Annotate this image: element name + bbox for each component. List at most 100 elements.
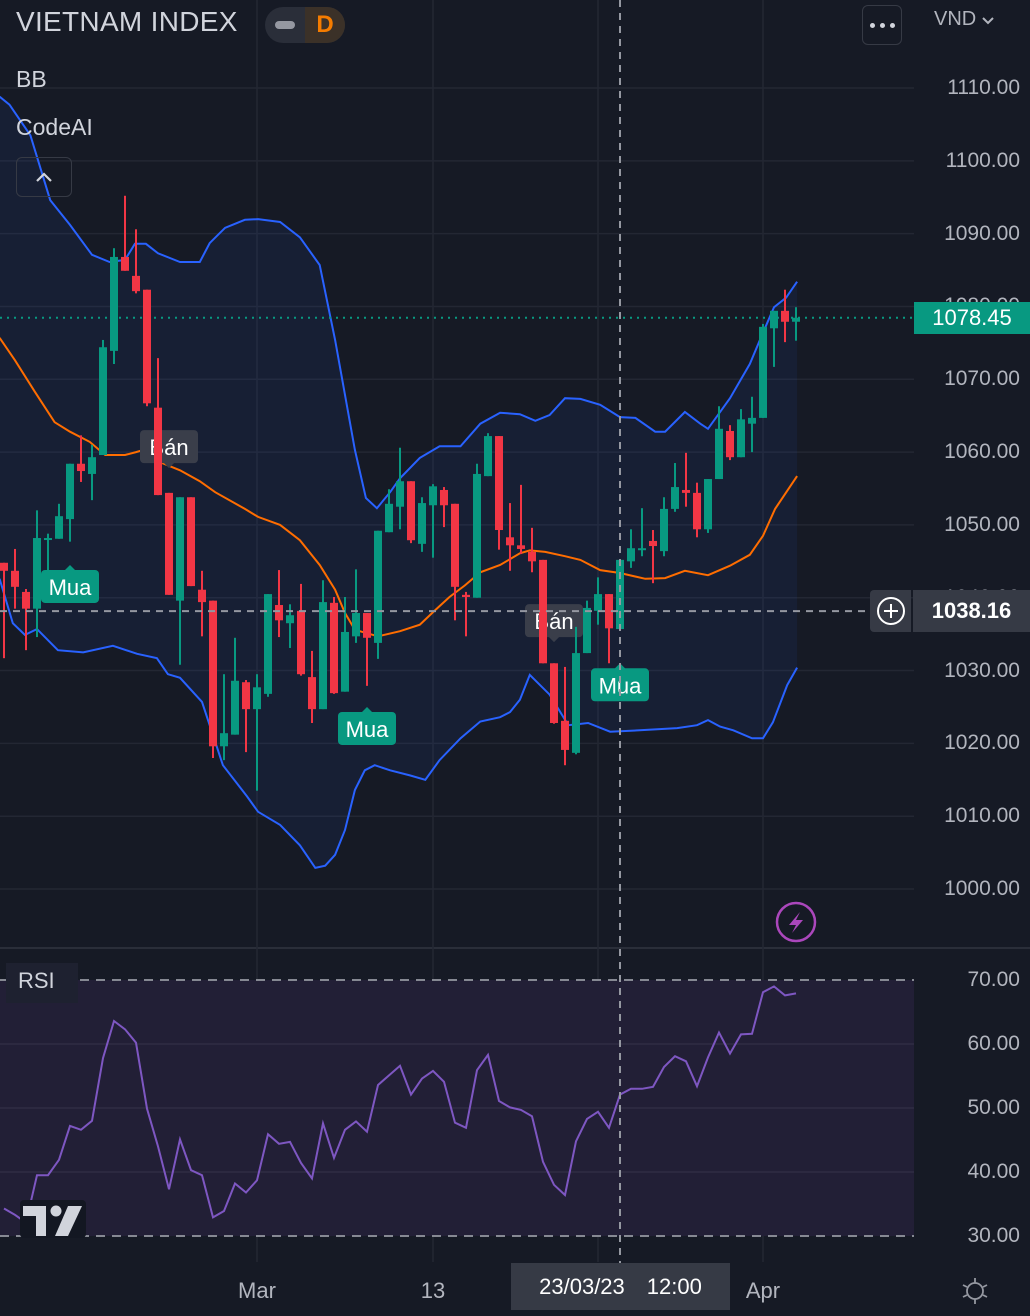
indicator-bb[interactable]: BB: [16, 66, 47, 93]
candle-up: [110, 248, 118, 364]
sell-signal[interactable]: Bán: [140, 430, 198, 469]
minimize-button[interactable]: [265, 7, 305, 43]
dot-icon: [869, 22, 875, 28]
candle-up: [374, 530, 382, 659]
rsi-tick-label: 70.00: [967, 968, 1020, 991]
candle-up: [704, 479, 712, 533]
candle-body: [616, 559, 624, 630]
candle-body: [561, 720, 569, 750]
logo-dot: [50, 1205, 62, 1217]
price-tick-label: 1090.00: [944, 221, 1020, 245]
candle-body: [231, 680, 239, 735]
candle-body: [165, 492, 173, 595]
rsi-tick-label: 60.00: [967, 1032, 1020, 1055]
candle-body: [484, 436, 492, 477]
candle-body: [99, 347, 107, 456]
last-price-label: 1078.45: [914, 302, 1030, 334]
currency-selector[interactable]: VND: [934, 8, 994, 31]
candle-body: [451, 503, 459, 587]
candle-body: [176, 497, 184, 601]
buy-signal[interactable]: Mua: [338, 706, 396, 745]
chart-canvas[interactable]: BánBán MuaMuaMua: [0, 0, 1030, 1316]
chevron-down-icon: [982, 17, 994, 25]
chevron-up-icon: [36, 172, 52, 182]
candle-down: [539, 559, 547, 664]
price-tick-label: 1020.00: [944, 731, 1020, 755]
candle-down: [550, 663, 558, 724]
crosshair-price: 1038.16: [913, 590, 1030, 632]
candle-body: [506, 537, 514, 546]
candle-body: [627, 548, 635, 562]
signal-label: Mua: [346, 717, 390, 742]
candle-body: [440, 489, 448, 506]
price-tick-label: 1000.00: [944, 877, 1020, 901]
price-tick-label: 1070.00: [944, 367, 1020, 391]
candle-body: [286, 615, 294, 624]
more-options-button[interactable]: [862, 5, 902, 45]
candle-body: [737, 419, 745, 458]
candle-body: [187, 497, 195, 587]
candle-body: [110, 256, 118, 351]
candle-body: [583, 607, 591, 654]
crosshair-time: 12:00: [646, 1273, 702, 1299]
candle-body: [517, 545, 525, 549]
candle-body: [649, 540, 657, 547]
settings-button[interactable]: [960, 1276, 990, 1306]
candle-body: [275, 605, 283, 621]
indicator-codeai[interactable]: CodeAI: [16, 114, 93, 141]
candle-body: [781, 310, 789, 322]
candle-body: [759, 326, 767, 418]
candle-body: [363, 613, 371, 638]
price-tick-label: 1110.00: [947, 76, 1020, 99]
dot-icon: [879, 22, 885, 28]
candle-down: [187, 497, 195, 587]
candle-body: [770, 310, 778, 329]
buy-signal[interactable]: Mua: [41, 564, 99, 603]
lightning-icon[interactable]: [775, 901, 817, 943]
candle-body: [121, 256, 129, 271]
candle-body: [11, 570, 19, 587]
rsi-legend[interactable]: RSI: [6, 963, 78, 1003]
candle-body: [594, 594, 602, 611]
candle-body: [748, 417, 756, 424]
crosshair-date: 23/03/23: [539, 1273, 625, 1299]
time-tick-label: 13: [420, 1278, 446, 1303]
dot-icon: [889, 22, 895, 28]
candle-body: [572, 653, 580, 753]
candle-body: [660, 508, 668, 552]
price-tick-label: 1030.00: [944, 658, 1020, 682]
candle-body: [671, 487, 679, 509]
candle-up: [264, 594, 272, 697]
tradingview-logo[interactable]: [20, 1200, 86, 1238]
crosshair-price-label: 1038.16: [870, 590, 1030, 632]
signal-label: Mua: [49, 575, 93, 600]
interval-label[interactable]: D: [305, 7, 345, 43]
candle-body: [473, 473, 481, 598]
candle-body: [143, 289, 151, 404]
candle-body: [726, 430, 734, 458]
candle-body: [33, 538, 41, 609]
collapse-legend-button[interactable]: [16, 157, 72, 197]
candle-body: [704, 479, 712, 530]
candle-up: [418, 497, 426, 552]
sell-signal[interactable]: Bán: [525, 604, 583, 643]
time-tick-label: Mar: [238, 1278, 276, 1303]
candle-body: [495, 436, 503, 531]
candle-body: [715, 428, 723, 480]
candle-body: [352, 613, 360, 637]
symbol-title[interactable]: VIETNAM INDEX: [16, 6, 238, 38]
candle-body: [77, 463, 85, 472]
candle-body: [792, 317, 800, 322]
candle-up: [759, 323, 767, 418]
candle-body: [308, 677, 316, 710]
add-alert-button[interactable]: [870, 590, 911, 632]
candle-down: [407, 481, 415, 544]
candle-body: [418, 503, 426, 544]
bollinger-bands: [0, 95, 914, 870]
interval-pill[interactable]: D: [265, 7, 345, 43]
candle-body: [429, 486, 437, 506]
candle-body: [550, 663, 558, 723]
candle-body: [528, 551, 536, 562]
candle-body: [385, 503, 393, 533]
sun-settings-icon: [962, 1278, 988, 1304]
